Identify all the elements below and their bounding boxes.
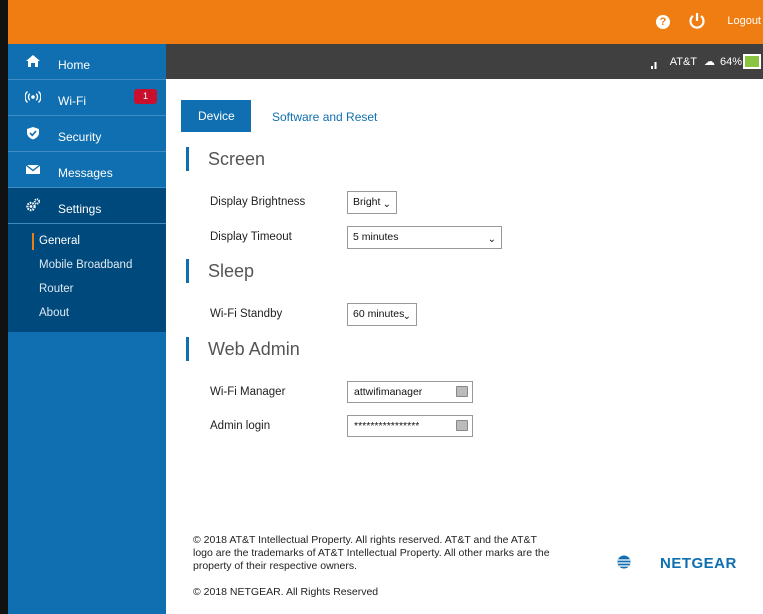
sidebar-item-label: Messages bbox=[58, 166, 113, 180]
sidebar-item-label: Security bbox=[58, 130, 102, 144]
display-timeout-label: Display Timeout bbox=[210, 231, 292, 243]
sidebar-item-messages[interactable]: Messages bbox=[8, 152, 166, 188]
subnav-item-mobile-broadband[interactable]: Mobile Broadband bbox=[8, 258, 166, 282]
chevron-down-icon: ⌄ bbox=[487, 234, 496, 245]
status-bar: AT&T ☁ 64% bbox=[166, 44, 763, 79]
display-brightness-value: Bright bbox=[353, 196, 381, 208]
password-manager-icon[interactable] bbox=[456, 386, 468, 397]
wifi-standby-value: 60 minutes bbox=[353, 308, 405, 320]
admin-login-label: Admin login bbox=[210, 420, 271, 432]
section-title-web-admin: Web Admin bbox=[186, 337, 300, 361]
section-title-sleep: Sleep bbox=[186, 259, 254, 283]
tab-device[interactable]: Device bbox=[181, 100, 251, 132]
display-brightness-label: Display Brightness bbox=[210, 196, 306, 208]
sidebar-item-security[interactable]: Security bbox=[8, 116, 166, 152]
display-timeout-select[interactable]: 5 minutes ⌄ bbox=[347, 226, 502, 249]
chevron-down-icon: ⌄ bbox=[402, 311, 411, 322]
sidebar-item-wifi[interactable]: Wi-Fi 1 bbox=[8, 80, 166, 116]
battery-icon bbox=[743, 54, 761, 69]
network-icon: ☁ bbox=[704, 56, 715, 68]
top-bar: ? Logout bbox=[8, 0, 763, 44]
home-icon bbox=[26, 55, 40, 67]
display-brightness-select[interactable]: Bright ⌄ bbox=[347, 191, 397, 214]
footer-netgear-copyright: © 2018 NETGEAR. All Rights Reserved bbox=[193, 586, 379, 598]
tab-software-and-reset[interactable]: Software and Reset bbox=[272, 110, 377, 124]
admin-login-field[interactable]: **************** bbox=[347, 415, 473, 437]
footer-copyright-line: logo are the trademarks of AT&T Intellec… bbox=[193, 547, 550, 559]
carrier-name: AT&T bbox=[669, 56, 697, 68]
wifi-icon bbox=[25, 90, 41, 104]
sidebar-item-settings[interactable]: Settings bbox=[8, 188, 166, 224]
sidebar-item-label: Settings bbox=[58, 202, 102, 216]
wifi-manager-label: Wi-Fi Manager bbox=[210, 386, 286, 398]
help-icon[interactable]: ? bbox=[656, 15, 670, 29]
footer-copyright-line: property of their respective owners. bbox=[193, 560, 357, 572]
att-globe-icon bbox=[617, 555, 631, 569]
sidebar-item-label: Home bbox=[58, 58, 91, 72]
chevron-down-icon: ⌄ bbox=[382, 199, 391, 210]
sidebar-item-label: Wi-Fi bbox=[58, 94, 86, 108]
shield-icon bbox=[27, 127, 39, 140]
section-title-screen: Screen bbox=[186, 147, 265, 171]
envelope-icon bbox=[25, 164, 41, 174]
signal-icon bbox=[651, 62, 657, 69]
footer-copyright-line: © 2018 AT&T Intellectual Property. All r… bbox=[193, 534, 537, 546]
wifi-standby-label: Wi-Fi Standby bbox=[210, 308, 283, 320]
notification-badge: 1 bbox=[134, 89, 157, 104]
password-manager-icon[interactable] bbox=[456, 420, 468, 431]
gears-icon bbox=[26, 198, 41, 212]
netgear-logo: NETGEAR bbox=[660, 555, 737, 572]
battery-percent: 64% bbox=[719, 56, 742, 68]
sidebar-item-home[interactable]: Home bbox=[8, 44, 166, 80]
wifi-manager-value: attwifimanager bbox=[354, 386, 423, 398]
subnav-item-router[interactable]: Router bbox=[8, 282, 166, 306]
wifi-manager-field[interactable]: attwifimanager bbox=[347, 381, 473, 403]
subnav-item-general[interactable]: General bbox=[8, 233, 166, 258]
left-gutter bbox=[0, 0, 8, 614]
sidebar-nav: Home Wi-Fi 1 Security Messages Settings bbox=[8, 44, 166, 224]
admin-login-value: **************** bbox=[354, 420, 420, 432]
power-icon[interactable] bbox=[688, 11, 706, 31]
settings-subnav: General Mobile Broadband Router About bbox=[8, 224, 166, 332]
logout-link[interactable]: Logout bbox=[727, 15, 761, 27]
wifi-standby-select[interactable]: 60 minutes ⌄ bbox=[347, 303, 417, 326]
sidebar: Home Wi-Fi 1 Security Messages Settings … bbox=[8, 44, 166, 614]
subnav-item-about[interactable]: About bbox=[8, 306, 166, 330]
display-timeout-value: 5 minutes bbox=[353, 231, 399, 243]
